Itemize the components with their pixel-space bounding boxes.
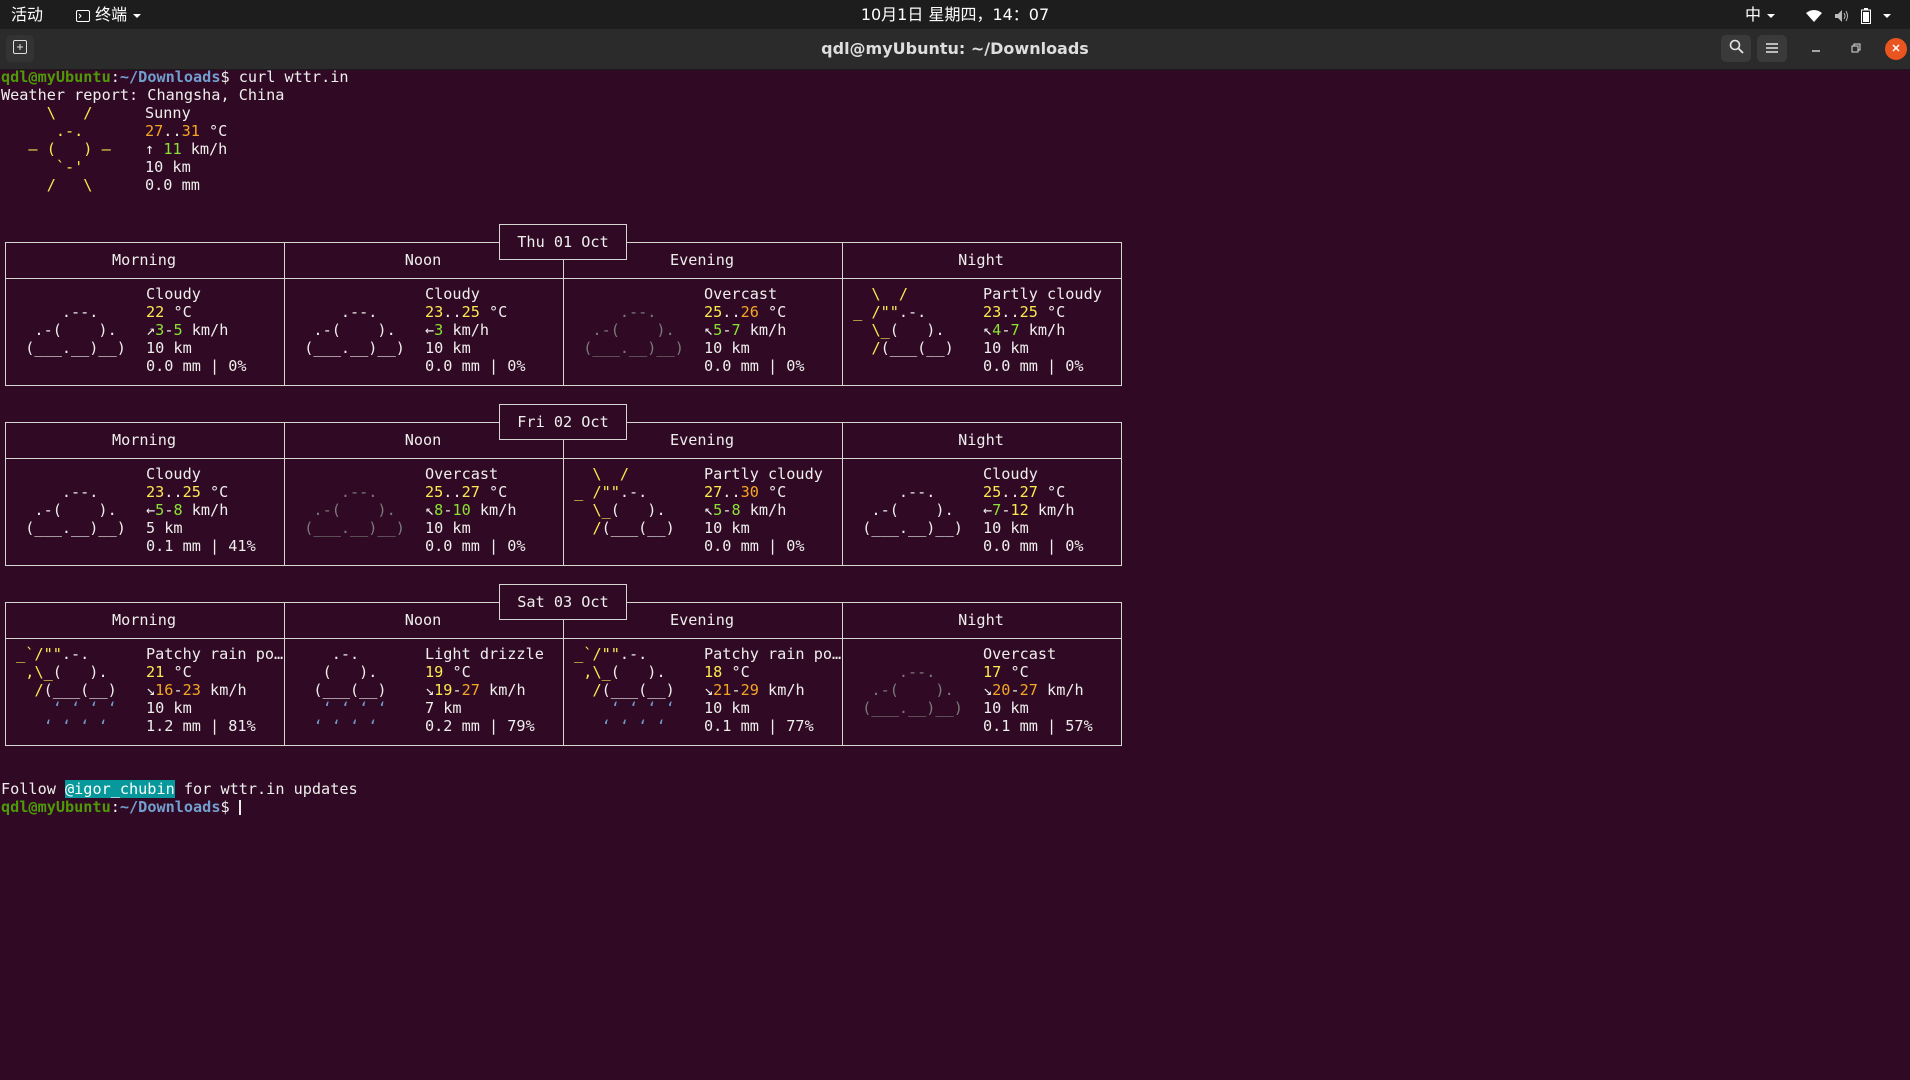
activities-label: 活动 [11, 5, 44, 24]
close-icon [1891, 41, 1901, 57]
terminal-headerbar: qdl@myUbuntu: ~/Downloads [0, 29, 1910, 70]
clock-container: 10月1日 星期四，14：07 [0, 0, 1910, 29]
forecast-cell: \ / _ /"".-. \_( ). /(___(__) Partly clo… [844, 285, 1102, 375]
app-menu-label: 终端 [95, 5, 128, 24]
rain-ascii-art: _`/"".-. ,\_( ). /(___(__) ‘ ‘ ‘ ‘ ‘ ‘ ‘… [16, 645, 117, 735]
wifi-icon [1805, 5, 1823, 24]
search-button[interactable] [1721, 35, 1751, 62]
report-title: Weather report: Changsha, China [1, 86, 285, 104]
window-title: qdl@myUbuntu: ~/Downloads [821, 39, 1089, 58]
forecast-cell: .--. .-( ). (___.__)__) Overcast 25..26 … [565, 285, 841, 381]
current-visibility: 10 km [145, 158, 191, 176]
minimize-button[interactable] [1805, 38, 1827, 60]
hamburger-menu-icon [1765, 39, 1779, 58]
new-tab-icon [13, 39, 27, 58]
rain-ascii-art: _`/"".-. ,\_( ). /(___(__) ‘ ‘ ‘ ‘ ‘ ‘ ‘… [574, 645, 675, 735]
period-label-night: Night [958, 611, 1004, 629]
sun-ascii-art: \ / .-. ― ( ) ― `-' / \ [28, 104, 111, 194]
cloud-ascii-art: .--. .-( ). (___.__)__) [25, 303, 126, 357]
app-menu-button[interactable]: 终端 [76, 0, 142, 29]
day-date-label: Sat 03 Oct [499, 584, 627, 620]
period-label-night: Night [958, 251, 1004, 269]
prompt-separator: : [110, 68, 120, 86]
forecast-cell: .-. ( ). (___(__) ‘ ‘ ‘ ‘ ‘ ‘ ‘ ‘ Light … [286, 645, 562, 741]
text-cursor [238, 800, 241, 815]
prompt-line[interactable]: qdl@myUbuntu:~/Downloads$ [1, 798, 241, 816]
restore-button[interactable] [1845, 38, 1867, 60]
chevron-down-icon [1766, 5, 1776, 24]
system-menu[interactable] [1805, 0, 1892, 29]
volume-icon [1834, 5, 1850, 24]
terminal-app-icon [76, 5, 90, 24]
follow-handle-link[interactable]: @igor_chubin [65, 780, 175, 798]
current-precip: 0.0 mm [145, 176, 200, 194]
cloud-ascii-art: .--. .-( ). (___.__)__) [25, 483, 126, 537]
day-date-label: Thu 01 Oct [499, 224, 627, 260]
overcast-ascii-art: .--. .-( ). (___.__)__) [583, 303, 684, 357]
prompt-dollar: $ [220, 68, 230, 86]
cloud-ascii-art: .--. .-( ). (___.__)__) [304, 303, 405, 357]
input-method-label: 中 [1745, 5, 1762, 24]
forecast-cell: .--. .-( ). (___.__)__) Cloudy 23..25 °C… [286, 285, 562, 381]
current-wind: ↑ 11 km/h [145, 140, 228, 158]
current-condition: Sunny [145, 104, 191, 122]
prompt-dollar: $ [220, 798, 230, 816]
prompt-path: ~/Downloads [119, 68, 221, 86]
activities-button[interactable]: 活动 [11, 0, 43, 29]
forecast-cell: .--. .-( ). (___.__)__) Overcast 17 °C ↘… [844, 645, 1120, 741]
period-label-morning: Morning [111, 431, 176, 449]
forecast-cell: _`/"".-. ,\_( ). /(___(__) ‘ ‘ ‘ ‘ ‘ ‘ ‘… [565, 645, 841, 741]
partly-cloudy-ascii-art: \ / _ /"".-. \_( ). /(___(__) [844, 285, 963, 357]
new-tab-button[interactable] [6, 35, 34, 62]
close-button[interactable] [1885, 38, 1907, 60]
input-method-indicator[interactable]: 中 [1745, 0, 1776, 29]
partly-cloudy-ascii-art: \ / _ /"".-. \_( ). /(___(__) [565, 465, 684, 537]
forecast-cell: \ / _ /"".-. \_( ). /(___(__) Partly clo… [565, 465, 823, 555]
prompt-path: ~/Downloads [119, 798, 221, 816]
cloud-ascii-art: .--. .-( ). (___.__)__) [862, 483, 963, 537]
day-forecast-table: Morning Noon Evening Night Thu 01 Oct .-… [5, 224, 1122, 386]
forecast-cell: _`/"".-. ,\_( ). /(___(__) ‘ ‘ ‘ ‘ ‘ ‘ ‘… [7, 645, 283, 741]
current-temperature: 27..31 °C [145, 122, 228, 140]
battery-icon [1861, 5, 1872, 24]
restore-icon [1851, 41, 1861, 57]
terminal-view[interactable]: qdl@myUbuntu:~/Downloads$ curl wttr.in W… [0, 68, 1910, 1080]
period-label-night: Night [958, 431, 1004, 449]
overcast-ascii-art: .--. .-( ). (___.__)__) [862, 663, 963, 717]
prompt-user: qdl@myUbuntu [1, 798, 111, 816]
day-forecast-table: Morning Noon Evening Night Sat 03 Oct _`… [5, 584, 1122, 746]
chevron-down-icon [132, 5, 142, 24]
forecast-cell: .--. .-( ). (___.__)__) Overcast 25..27 … [286, 465, 562, 561]
forecast-cell: .--. .-( ). (___.__)__) Cloudy 23..25 °C… [7, 465, 283, 561]
current-weather: \ / .-. ― ( ) ― `-' / \ [1, 104, 147, 194]
menu-button[interactable] [1757, 35, 1787, 62]
chevron-down-icon [1882, 5, 1892, 24]
forecast-cell: .--. .-( ). (___.__)__) Cloudy 25..27 °C… [844, 465, 1120, 561]
day-date-label: Fri 02 Oct [499, 404, 627, 440]
follow-line: Follow @igor_chubin for wttr.in updates [1, 780, 358, 798]
minimize-icon [1811, 41, 1821, 57]
overcast-ascii-art: .--. .-( ). (___.__)__) [304, 483, 405, 537]
day-forecast-table: Morning Noon Evening Night Fri 02 Oct .-… [5, 404, 1122, 566]
clock[interactable]: 10月1日 星期四，14：07 [861, 5, 1049, 24]
period-label-morning: Morning [111, 251, 176, 269]
period-label-morning: Morning [111, 611, 176, 629]
forecast-cell: .--. .-( ). (___.__)__) Cloudy 22 °C ↗3-… [7, 285, 283, 381]
drizzle-ascii-art: .-. ( ). (___(__) ‘ ‘ ‘ ‘ ‘ ‘ ‘ ‘ [313, 645, 387, 735]
top-bar: 活动 终端 10月1日 星期四，14：07 中 [0, 0, 1910, 29]
command-text: curl wttr.in [229, 68, 349, 86]
prompt-separator: : [110, 798, 120, 816]
prompt-user: qdl@myUbuntu [1, 68, 111, 86]
search-icon [1729, 39, 1744, 58]
command-line: qdl@myUbuntu:~/Downloads$ curl wttr.in [1, 68, 349, 86]
